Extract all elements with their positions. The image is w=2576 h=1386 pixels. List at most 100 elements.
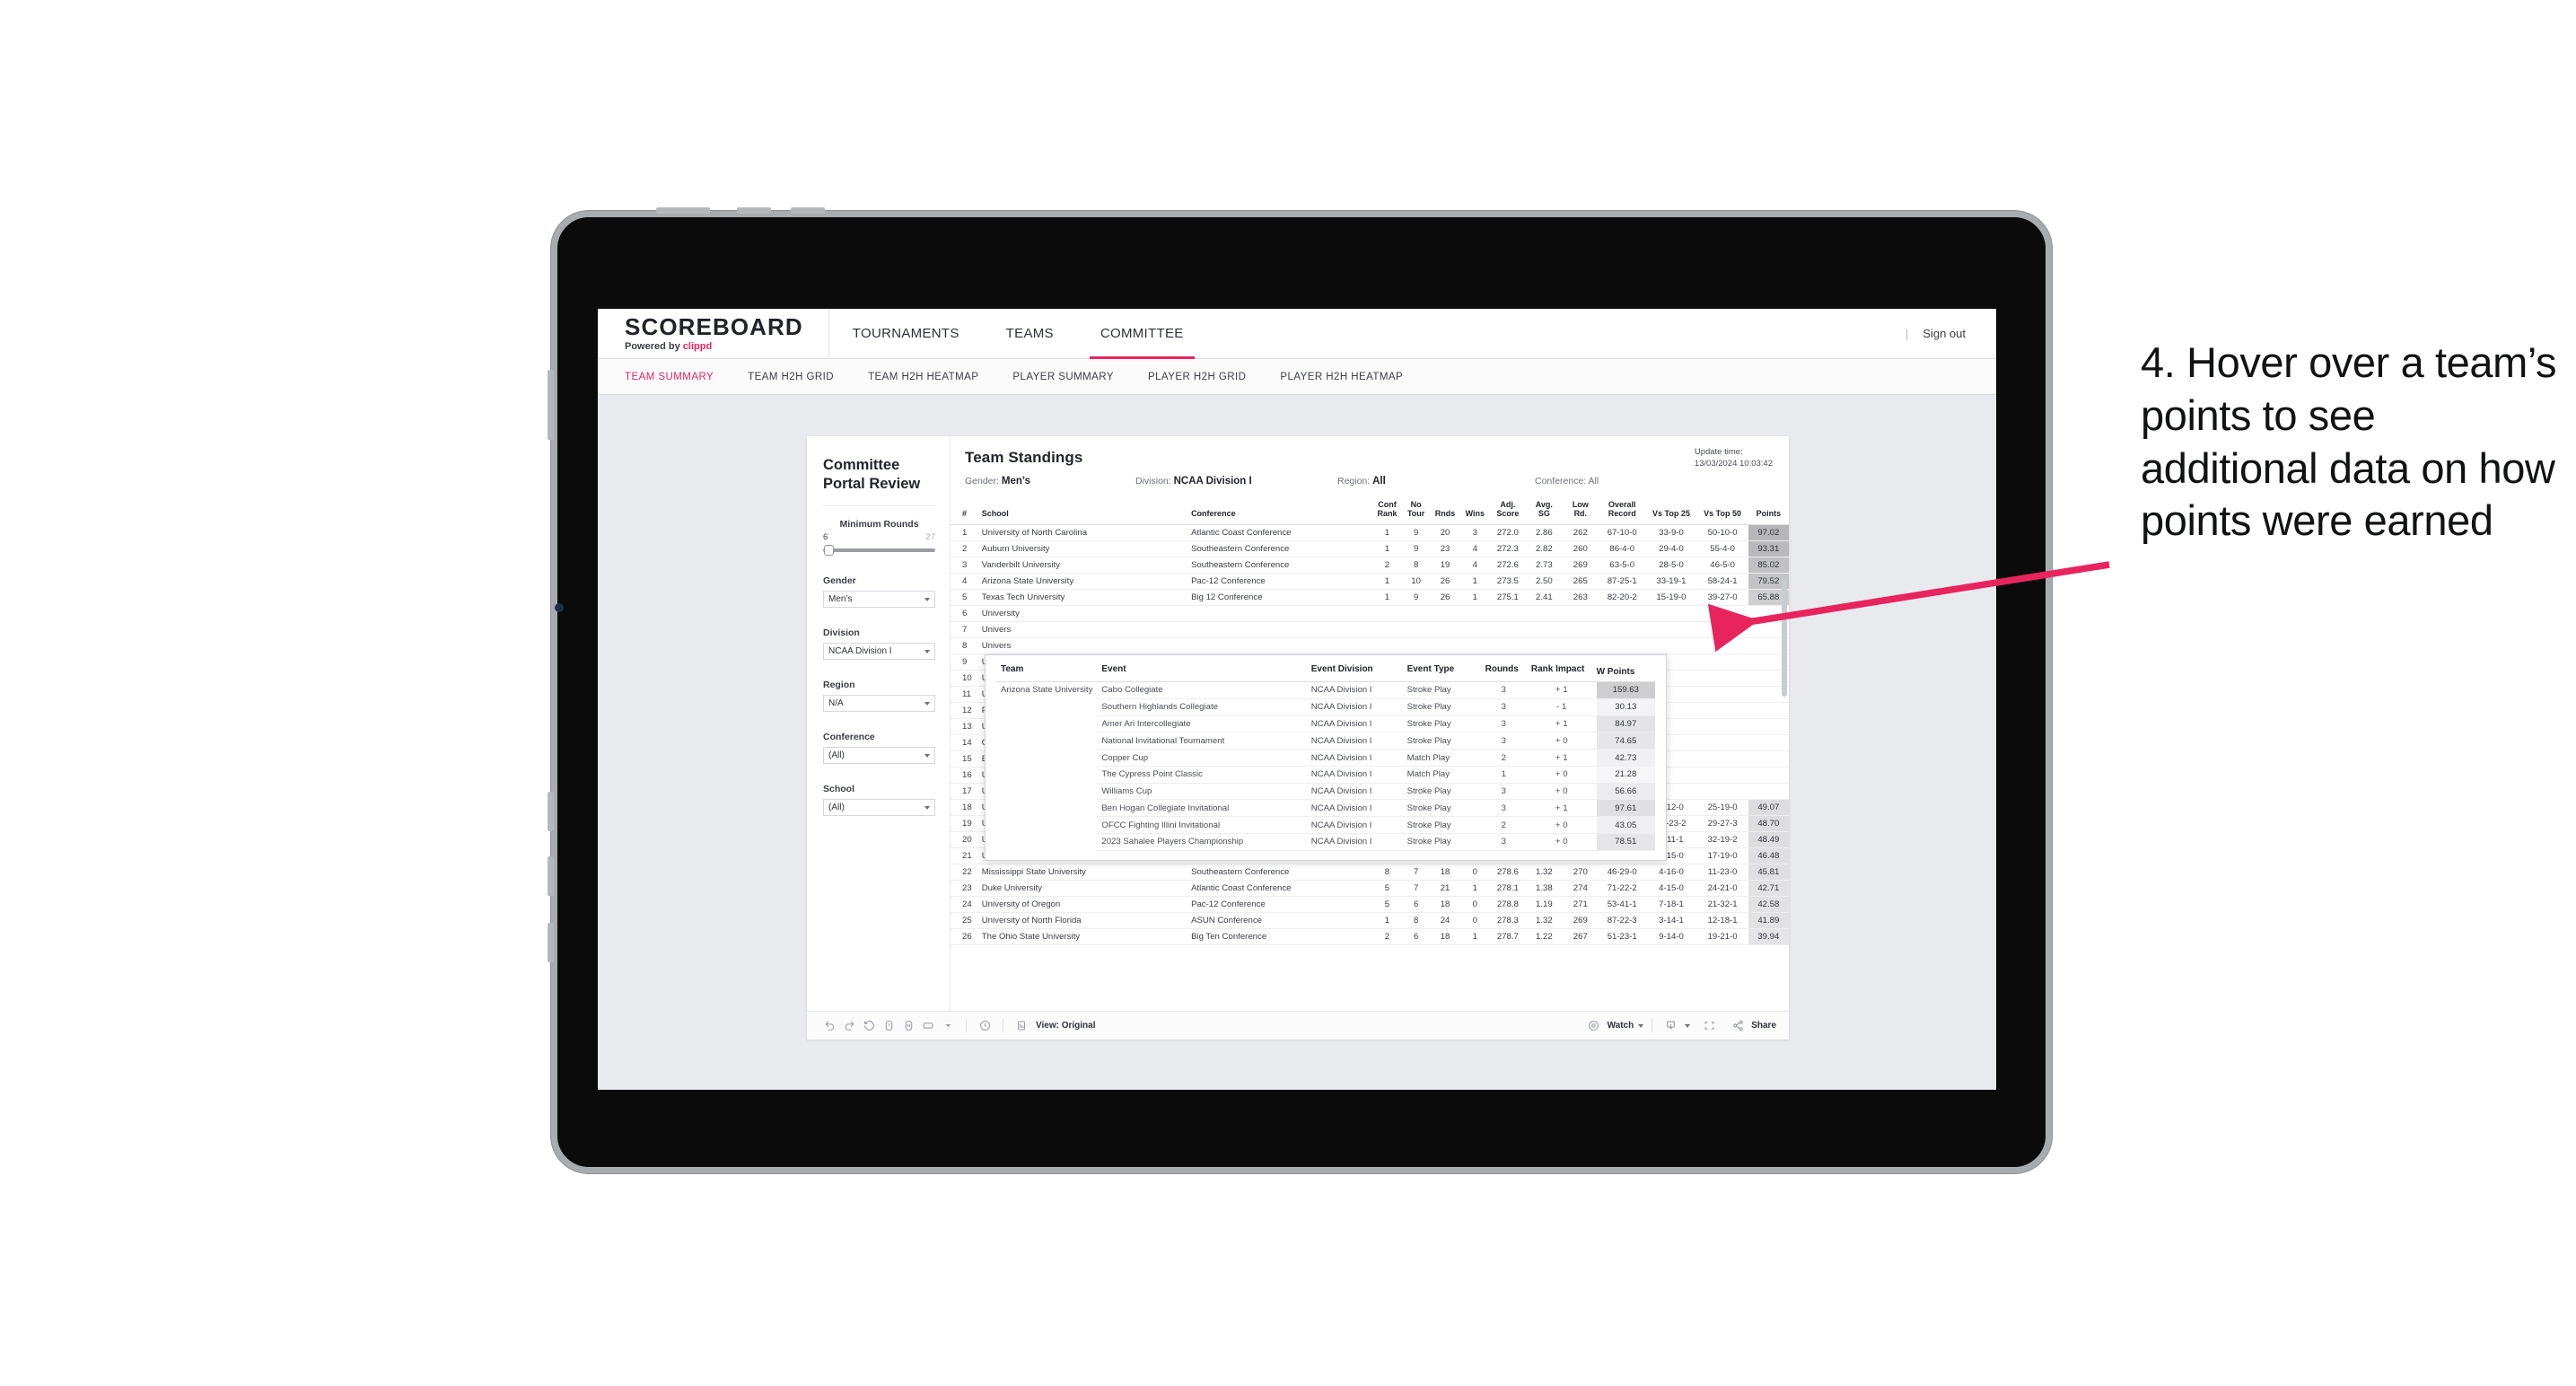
tab-team-h2h-heatmap[interactable]: TEAM H2H HEATMAP	[868, 372, 978, 382]
cell-notour	[1402, 621, 1431, 639]
table-row[interactable]: 3 Vanderbilt University Southeastern Confe…	[951, 557, 1789, 575]
chevron-down-icon[interactable]	[1685, 1023, 1691, 1028]
table-row[interactable]: 22 Mississippi State University Southeaste…	[951, 864, 1789, 882]
revert-icon[interactable]	[859, 1016, 879, 1036]
cell-points[interactable]: 45.81	[1748, 864, 1789, 882]
col-rnds[interactable]: Rnds	[1430, 496, 1460, 526]
filter-division-select[interactable]: NCAA Division I	[823, 643, 935, 661]
watch-eye-icon[interactable]	[1584, 1016, 1604, 1036]
cell-rank: 13	[951, 718, 979, 736]
watch-label[interactable]: Watch	[1608, 1021, 1634, 1031]
cell-points[interactable]: 48.70	[1748, 815, 1789, 833]
filter-region-select[interactable]: N/A	[823, 695, 935, 713]
col-adj-score[interactable]: Adj. Score	[1489, 496, 1527, 526]
cell-rank: 5	[951, 589, 979, 607]
tab-player-summary[interactable]: PLAYER SUMMARY	[1012, 372, 1114, 382]
filter-school-select[interactable]: (All)	[823, 799, 935, 817]
tab-player-h2h-heatmap[interactable]: PLAYER H2H HEATMAP	[1280, 372, 1403, 382]
table-row[interactable]: 7 Univers	[951, 621, 1789, 639]
redo-icon[interactable]	[839, 1016, 859, 1036]
table-row[interactable]: 2 Auburn University Southeastern Conferenc…	[951, 540, 1789, 558]
cell-points[interactable]: 41.89	[1748, 912, 1789, 930]
share-label[interactable]: Share	[1751, 1021, 1776, 1031]
cell-rank: 10	[951, 670, 979, 688]
pause-updates-icon[interactable]	[898, 1016, 918, 1036]
cell-points[interactable]	[1748, 767, 1789, 785]
filter-conference-select[interactable]: (All)	[823, 747, 935, 765]
cell-points[interactable]: 48.49	[1748, 831, 1789, 849]
points-value	[1748, 741, 1789, 746]
table-row[interactable]: 4 Arizona State University Pac-12 Conferen…	[951, 573, 1789, 591]
nav-item-teams[interactable]: TEAMS	[983, 309, 1077, 359]
table-row[interactable]: 25 University of North Florida ASUN Confer…	[951, 912, 1789, 930]
table-row[interactable]: 26 The Ohio State University Big Ten Confe…	[951, 928, 1789, 946]
tooltip-cell-points: 30.13	[1596, 698, 1655, 716]
tab-player-h2h-grid[interactable]: PLAYER H2H GRID	[1148, 372, 1246, 382]
col-conference[interactable]: Conference	[1188, 496, 1372, 526]
device-layout-icon[interactable]	[918, 1016, 938, 1036]
col-vs-top-25[interactable]: Vs Top 25	[1645, 496, 1697, 526]
tooltip-cell-event: The Cypress Point Classic	[1097, 766, 1307, 784]
signout-link[interactable]: Sign out	[1923, 327, 1966, 340]
tooltip-cell-division: NCAA Division I	[1306, 698, 1403, 716]
cell-points[interactable]	[1748, 702, 1789, 720]
tooltip-cell-division: NCAA Division I	[1306, 816, 1403, 835]
col-school[interactable]: School	[978, 496, 1189, 526]
tooltip-cell-event: OFCC Fighting Illini Invitational	[1097, 816, 1307, 835]
table-row[interactable]: 6 University	[951, 605, 1789, 623]
dashboard-workspace: Committee Portal Review Minimum Rounds 6…	[598, 395, 1996, 1090]
col-rank[interactable]: #	[951, 496, 979, 526]
cell-t25	[1645, 637, 1697, 655]
col-conf-rank[interactable]: Conf Rank	[1371, 496, 1403, 526]
cell-points[interactable]	[1748, 750, 1789, 768]
cell-t25: 28-5-0	[1645, 557, 1697, 575]
cell-sg: 2.41	[1526, 589, 1563, 607]
filter-gender-select[interactable]: Men’s	[823, 591, 935, 609]
share-icon[interactable]	[1728, 1016, 1748, 1036]
col-overall-record[interactable]: Overall Record	[1599, 496, 1646, 526]
col-low-rd[interactable]: Low Rd.	[1562, 496, 1599, 526]
col-points[interactable]: Points	[1748, 496, 1789, 526]
cell-points[interactable]: 46.48	[1748, 847, 1789, 865]
view-original-label[interactable]: View: Original	[1036, 1021, 1096, 1031]
chevron-down-icon[interactable]	[1638, 1023, 1644, 1028]
table-row[interactable]: 24 University of Oregon Pac-12 Conference 5…	[951, 896, 1789, 914]
view-original-icon[interactable]	[1012, 1016, 1031, 1036]
fullscreen-icon[interactable]	[1699, 1016, 1719, 1036]
table-row[interactable]: 1 University of North Carolina Atlantic Co…	[951, 524, 1789, 542]
undo-icon[interactable]	[819, 1016, 839, 1036]
cell-t25: 4-16-0	[1645, 864, 1697, 882]
cell-points[interactable]: 49.07	[1748, 799, 1789, 817]
nav-item-tournaments[interactable]: TOURNAMENTS	[829, 309, 983, 359]
cell-points[interactable]: 93.31	[1748, 540, 1789, 558]
cell-points[interactable]: 97.02	[1748, 524, 1789, 542]
history-clock-icon[interactable]	[975, 1016, 994, 1036]
table-row[interactable]: 23 Duke University Atlantic Coast Conferen…	[951, 880, 1789, 898]
cell-rank: 1	[951, 524, 979, 542]
cell-points[interactable]: 39.94	[1748, 928, 1789, 946]
col-wins[interactable]: Wins	[1460, 496, 1490, 526]
tooltip-cell-rounds: 3	[1480, 783, 1527, 801]
slider-thumb[interactable]	[824, 545, 834, 557]
cell-points[interactable]	[1748, 734, 1789, 752]
table-row[interactable]: 8 Univers	[951, 637, 1789, 655]
col-avg-sg[interactable]: Avg. SG	[1526, 496, 1563, 526]
cell-points[interactable]	[1748, 783, 1789, 801]
refresh-data-icon[interactable]	[879, 1016, 898, 1036]
minimum-rounds-slider[interactable]	[823, 545, 935, 557]
chevron-down-icon[interactable]	[938, 1016, 958, 1036]
cell-t50: 29-27-3	[1696, 815, 1748, 833]
tab-team-summary[interactable]: TEAM SUMMARY	[625, 372, 714, 382]
cell-points[interactable]: 42.71	[1748, 880, 1789, 898]
cell-points[interactable]	[1748, 718, 1789, 736]
download-icon[interactable]	[1660, 1016, 1680, 1036]
col-no-tour[interactable]: No Tour	[1402, 496, 1431, 526]
nav-item-committee[interactable]: COMMITTEE	[1077, 309, 1207, 359]
cell-points[interactable]: 42.58	[1748, 896, 1789, 914]
meta-division-label: Division:	[1135, 476, 1171, 487]
tt-col-w-points: W Points	[1596, 662, 1655, 682]
col-vs-top-50[interactable]: Vs Top 50	[1696, 496, 1748, 526]
table-row[interactable]: 5 Texas Tech University Big 12 Conference 1…	[951, 589, 1789, 607]
brand-logo[interactable]: SCOREBOARD Powered by clippd	[598, 315, 828, 352]
tab-team-h2h-grid[interactable]: TEAM H2H GRID	[748, 372, 834, 382]
